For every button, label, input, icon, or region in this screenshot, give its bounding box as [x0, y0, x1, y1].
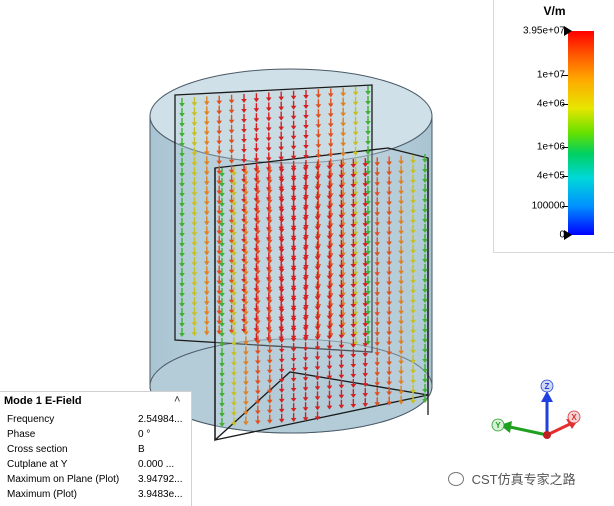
info-row-value: B — [138, 444, 145, 455]
legend-tick-mark — [562, 147, 568, 149]
y-axis-label: Y — [495, 421, 501, 430]
color-legend: V/m 3.95e+07 1e+07 4e+06 1e+06 4e+05 100000 0 — [493, 0, 614, 253]
info-row-value: 0.000 ... — [138, 459, 175, 470]
info-row: Frequency 2.54984... — [7, 414, 187, 428]
info-row-value: 2.54984... — [138, 414, 183, 425]
info-row-label: Maximum on Plane (Plot) — [7, 474, 120, 485]
legend-tick-mark — [562, 74, 568, 76]
info-row-value: 3.94792... — [138, 474, 183, 485]
chevron-up-icon[interactable]: ˄ — [174, 394, 180, 406]
legend-pointer-icon[interactable] — [564, 26, 572, 36]
z-axis-label: Z — [545, 382, 550, 391]
legend-tick-label: 4e+06 — [536, 98, 565, 110]
info-row-value: 3.9483e... — [138, 489, 183, 500]
info-row: Cross section B — [7, 444, 187, 458]
z-axis-arrow-icon — [541, 391, 553, 402]
colorbar — [568, 31, 594, 235]
watermark-text: CST仿真专家之路 — [471, 472, 576, 487]
legend-tick-mark — [562, 104, 568, 106]
info-row-label: Cutplane at Y — [7, 459, 68, 470]
axis-gizmo[interactable]: Z Y X — [491, 379, 581, 439]
legend-tick-label: 3.95e+07 — [523, 25, 565, 37]
info-row-label: Phase — [7, 429, 36, 440]
watermark: CST仿真专家之路 — [448, 469, 576, 488]
info-row: Phase 0 ° — [7, 429, 187, 443]
legend-tick-mark — [562, 175, 568, 177]
y-axis-line — [509, 425, 548, 437]
legend-pointer-icon[interactable] — [564, 230, 572, 240]
legend-tick-label: 1e+07 — [536, 69, 565, 81]
field-info-panel: Mode 1 E-Field ˄ Frequency 2.54984... Phas… — [0, 391, 192, 506]
info-row: Cutplane at Y 0.000 ... — [7, 459, 187, 473]
wechat-logo-icon — [448, 472, 464, 486]
legend-tick-label: 4e+05 — [536, 170, 565, 182]
legend-tick-label: 100000 — [531, 200, 565, 212]
legend-tick-label: 1e+06 — [536, 141, 565, 153]
info-row-label: Maximum (Plot) — [7, 489, 78, 500]
info-row: Maximum (Plot) 3.9483e... — [7, 489, 187, 503]
legend-tick-mark — [562, 206, 568, 208]
axis-origin-icon — [543, 431, 551, 439]
info-panel-title: Mode 1 E-Field — [4, 395, 82, 407]
x-axis-label: X — [571, 413, 577, 422]
info-row: Maximum on Plane (Plot) 3.94792... — [7, 474, 187, 488]
info-row-value: 0 ° — [138, 429, 151, 440]
legend-unit: V/m — [543, 4, 566, 18]
info-row-label: Cross section — [7, 444, 68, 455]
info-row-label: Frequency — [7, 414, 55, 425]
